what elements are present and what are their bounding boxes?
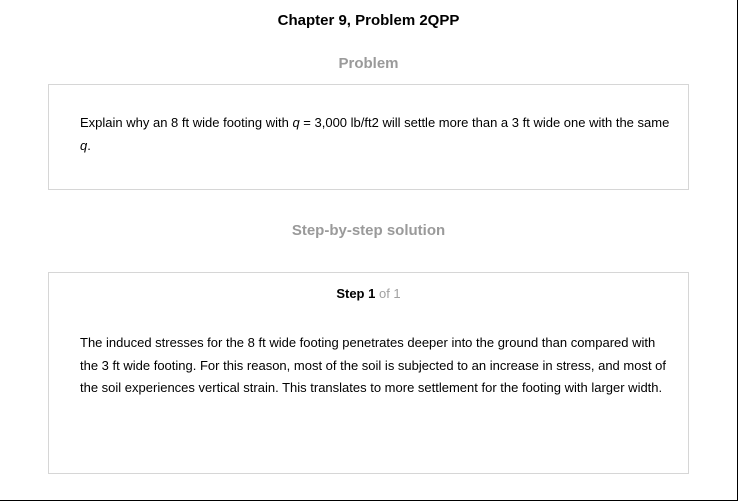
step-header: Step 1 of 1 xyxy=(49,286,688,301)
problem-text-part1: Explain why an 8 ft wide footing with xyxy=(80,115,293,130)
page: Chapter 9, Problem 2QPP Problem Explain … xyxy=(0,0,738,501)
step-label: Step 1 xyxy=(336,286,376,301)
solution-card: Step 1 of 1 The induced stresses for the… xyxy=(48,272,689,474)
problem-text-part2: = 3,000 lb/ft2 will settle more than a 3… xyxy=(299,115,670,130)
solution-text: The induced stresses for the 8 ft wide f… xyxy=(80,335,667,395)
problem-variable-q: q xyxy=(292,115,300,130)
problem-card: Explain why an 8 ft wide footing with q … xyxy=(48,84,689,190)
step-count: of 1 xyxy=(378,286,401,301)
problem-text: Explain why an 8 ft wide footing with q … xyxy=(80,112,670,157)
solution-heading: Step-by-step solution xyxy=(291,222,446,239)
chapter-title: Chapter 9, Problem 2QPP xyxy=(277,12,460,29)
problem-heading: Problem xyxy=(338,55,399,72)
problem-text-part3: . xyxy=(87,137,91,153)
